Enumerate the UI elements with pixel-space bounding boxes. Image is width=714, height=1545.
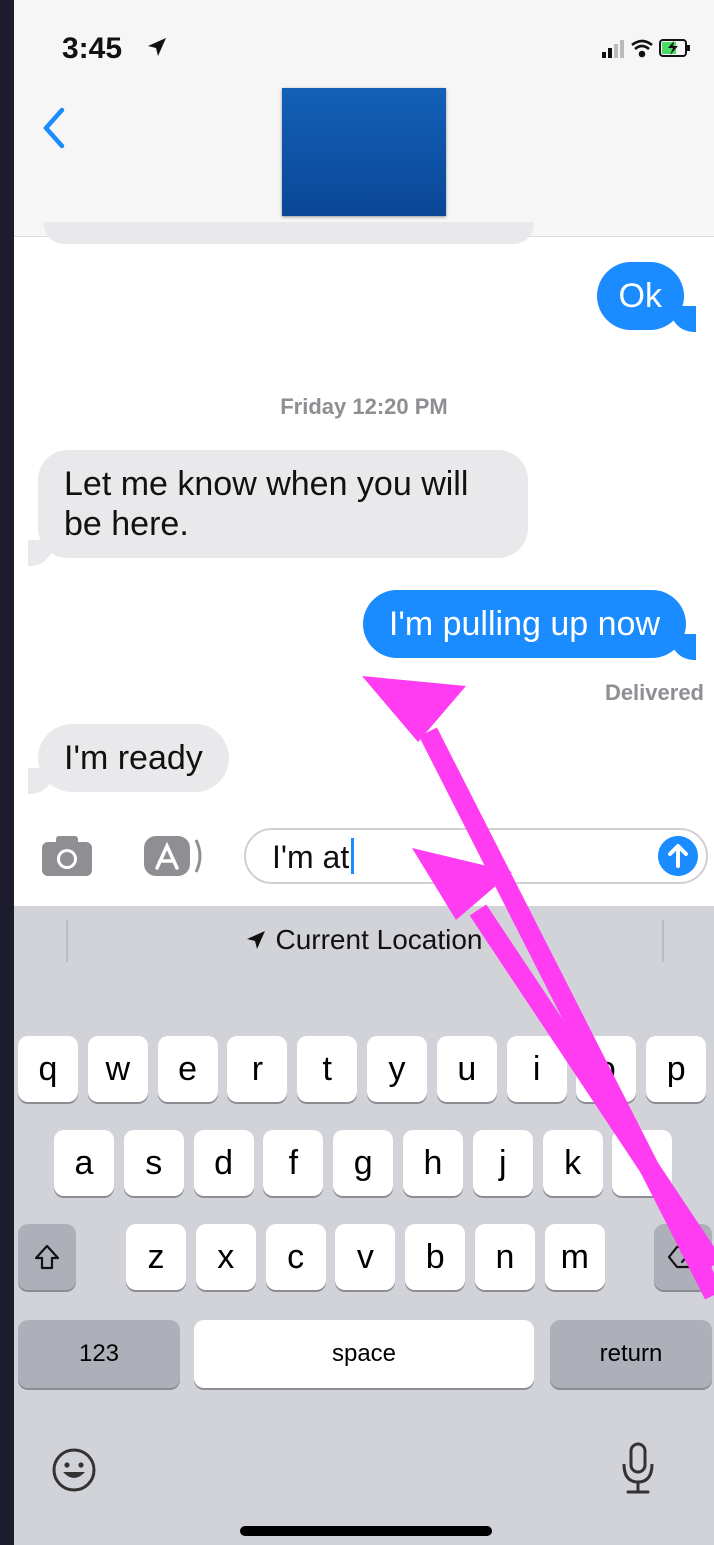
home-indicator[interactable] (240, 1526, 492, 1536)
delete-key[interactable] (654, 1224, 712, 1290)
battery-icon (659, 39, 690, 57)
key-e[interactable]: e (157, 1036, 218, 1102)
key-v[interactable]: v (335, 1224, 396, 1290)
wifi-icon (631, 39, 653, 58)
key-k[interactable]: k (542, 1130, 603, 1196)
chevron-left-icon[interactable] (40, 104, 68, 152)
location-arrow-icon (148, 38, 166, 56)
message-timestamp: Friday 12:20 PM (280, 394, 448, 419)
message-input-value: I'm at (272, 839, 350, 875)
bubble-tail (28, 768, 54, 794)
key-p[interactable]: p (646, 1036, 707, 1102)
key-c[interactable]: c (265, 1224, 326, 1290)
bubble-tail (670, 306, 696, 332)
navigation-header: 3:45 (14, 0, 714, 237)
key-t[interactable]: t (297, 1036, 358, 1102)
key-g[interactable]: g (333, 1130, 394, 1196)
key-y[interactable]: y (367, 1036, 427, 1102)
key-a[interactable]: a (54, 1130, 114, 1196)
emoji-icon[interactable] (50, 1446, 98, 1494)
message-bubble-outgoing[interactable]: Ok (596, 262, 684, 330)
shift-icon (34, 1244, 60, 1270)
delivered-status: Delivered (604, 680, 704, 705)
bubble-tail (28, 540, 54, 566)
key-z[interactable]: z (126, 1224, 186, 1290)
app-store-icon[interactable] (142, 834, 206, 878)
delete-icon (667, 1245, 699, 1269)
camera-icon[interactable] (40, 834, 94, 878)
status-time: 3:45 (62, 32, 123, 65)
message-input[interactable]: I'm at (244, 828, 708, 884)
contact-avatar-redacted[interactable] (282, 88, 446, 216)
phone-screen: 3:45 Ok Friday 12:20 PM Let me know when… (14, 0, 714, 1545)
shift-key[interactable] (18, 1224, 76, 1290)
key-b[interactable]: b (405, 1224, 466, 1290)
predictive-bar: Current Location (14, 906, 714, 976)
key-q[interactable]: q (18, 1036, 78, 1102)
key-w[interactable]: w (87, 1036, 148, 1102)
message-bubble-incoming[interactable]: I'm ready (38, 724, 229, 792)
key-d[interactable]: d (193, 1130, 254, 1196)
space-key[interactable]: space (194, 1320, 534, 1388)
previous-message-bubble (44, 222, 534, 244)
key-j[interactable]: j (472, 1130, 533, 1196)
key-h[interactable]: h (403, 1130, 463, 1196)
key-l[interactable]: l (612, 1130, 673, 1196)
message-input-text-wrap: I'm at (272, 838, 355, 876)
return-key[interactable]: return (550, 1320, 712, 1388)
bubble-tail (670, 634, 696, 660)
key-i[interactable]: i (506, 1036, 567, 1102)
numbers-key[interactable]: 123 (18, 1320, 180, 1388)
message-bubble-incoming[interactable]: Let me know when you will be here. (38, 450, 528, 558)
key-m[interactable]: m (544, 1224, 605, 1290)
status-icons (602, 39, 690, 58)
text-cursor (351, 838, 355, 874)
key-f[interactable]: f (263, 1130, 324, 1196)
key-n[interactable]: n (475, 1224, 535, 1290)
arrow-up-icon[interactable] (658, 836, 698, 876)
key-u[interactable]: u (436, 1036, 497, 1102)
message-bubble-outgoing[interactable]: I'm pulling up now (362, 590, 686, 658)
location-arrow-icon (247, 931, 266, 949)
signal-icon (602, 40, 624, 58)
key-o[interactable]: o (576, 1036, 637, 1102)
key-x[interactable]: x (195, 1224, 256, 1290)
suggestion-label: Current Location (275, 924, 483, 955)
key-s[interactable]: s (123, 1130, 184, 1196)
key-r[interactable]: r (227, 1036, 288, 1102)
microphone-icon[interactable] (620, 1440, 656, 1496)
keyboard: Current Location qwertyuiop asdfghjkl zx… (14, 906, 714, 1545)
suggestion-current-location[interactable]: Current Location (14, 924, 714, 956)
